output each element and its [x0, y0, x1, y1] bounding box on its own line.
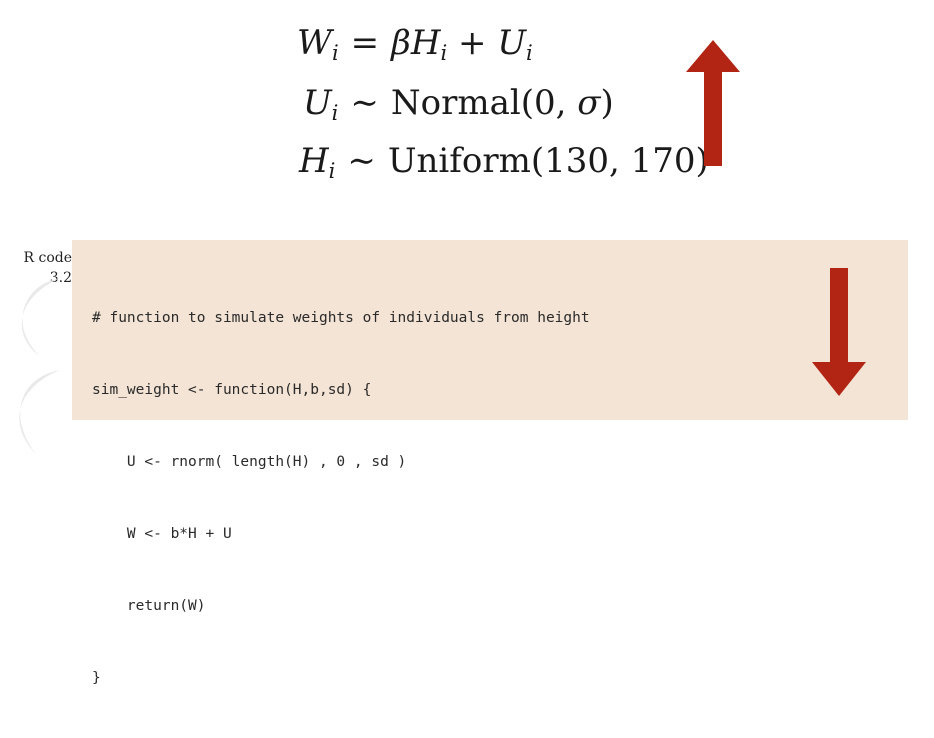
decorative-circle-shapes: [19, 278, 60, 454]
equation-term: ): [600, 83, 614, 123]
equation-operator: ∼: [347, 141, 376, 181]
code-label-title: R code: [23, 250, 72, 266]
equation-weight: Wi = βHi + Ui: [297, 26, 533, 64]
equation-noise: Ui ∼ Normal(0, σ): [303, 86, 614, 124]
equation-lhs-subscript: i: [328, 159, 336, 183]
equation-block: Wi = βHi + Ui Ui ∼ Normal(0, σ) Hi ∼ Uniform(1…: [0, 0, 934, 200]
arrow-up-icon: [686, 40, 740, 166]
code-line: return(W): [92, 598, 206, 614]
code-line: U <- rnorm( length(H) , 0 , sd ): [92, 454, 407, 470]
equation-term: H: [410, 23, 441, 63]
equation-operator: =: [350, 23, 380, 63]
code-line: sim_weight <- function(H,b,sd) {: [92, 382, 372, 398]
code-line: # function to simulate weights of indivi…: [92, 310, 590, 326]
equation-lhs-subscript: i: [331, 101, 339, 125]
equation-term: +: [447, 23, 498, 63]
code-line: }: [92, 670, 101, 686]
code-line: W <- b*H + U: [92, 526, 232, 542]
equation-lhs-subscript: i: [331, 41, 339, 65]
equation-operator: ∼: [350, 83, 379, 123]
equation-term: Uniform(130, 170): [387, 141, 709, 181]
equation-term: Normal(0,: [390, 83, 578, 123]
equation-term-subscript: i: [525, 41, 533, 65]
equation-lhs-symbol: W: [297, 23, 332, 63]
equation-height: Hi ∼ Uniform(130, 170): [299, 144, 709, 182]
equation-term: β: [391, 23, 411, 63]
equation-lhs-symbol: H: [299, 141, 329, 181]
equation-term: σ: [577, 83, 601, 123]
equation-lhs-symbol: U: [303, 83, 332, 123]
code-lines: # function to simulate weights of indivi…: [92, 258, 590, 738]
equation-term: U: [497, 23, 526, 63]
code-block: # function to simulate weights of indivi…: [72, 240, 908, 686]
arrow-down-icon: [812, 268, 866, 396]
